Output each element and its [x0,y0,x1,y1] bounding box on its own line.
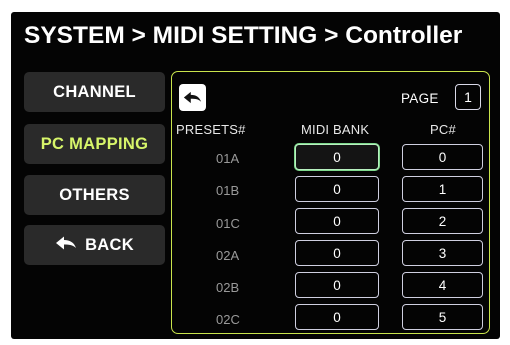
column-header-midi-bank: MIDI BANK [301,122,370,137]
pc-number-field[interactable]: 1 [402,176,483,202]
pc-number-field[interactable]: 2 [402,208,483,234]
preset-label: 01C [216,216,240,231]
channel-button[interactable]: CHANNEL [24,72,165,112]
page-title: SYSTEM > MIDI SETTING > Controller [24,22,463,49]
back-arrow-icon [55,235,77,256]
pc-number-field[interactable]: 3 [402,240,483,266]
midi-bank-field[interactable]: 0 [295,240,379,266]
preset-label: 02C [216,312,240,327]
pc-number-field[interactable]: 4 [402,272,483,298]
others-button-label: OTHERS [59,185,130,204]
pc-number-field[interactable]: 0 [402,144,483,170]
others-button[interactable]: OTHERS [24,175,165,215]
back-button[interactable]: BACK [24,225,165,265]
back-button-label: BACK [85,235,134,254]
midi-bank-field[interactable]: 0 [295,144,379,170]
column-header-presets: PRESETS# [176,122,246,137]
page-number-field[interactable]: 1 [455,84,481,110]
channel-button-label: CHANNEL [53,82,136,101]
pc-number-field[interactable]: 5 [402,304,483,330]
preset-label: 02B [216,280,240,295]
preset-label: 01B [216,183,240,198]
column-header-pc: PC# [430,122,456,137]
return-arrow-icon [183,90,202,105]
panel-back-button[interactable] [179,84,206,111]
page-label: PAGE [401,91,439,106]
pc-mapping-button[interactable]: PC MAPPING [24,124,165,164]
preset-label: 02A [216,248,240,263]
midi-bank-field[interactable]: 0 [295,304,379,330]
midi-bank-field[interactable]: 0 [295,208,379,234]
pc-mapping-panel: PAGE 1 PRESETS# MIDI BANK PC# 01A 0 0 01… [171,71,490,334]
preset-label: 01A [216,151,240,166]
midi-bank-field[interactable]: 0 [295,272,379,298]
pc-mapping-button-label: PC MAPPING [40,134,149,153]
midi-bank-field[interactable]: 0 [295,176,379,202]
